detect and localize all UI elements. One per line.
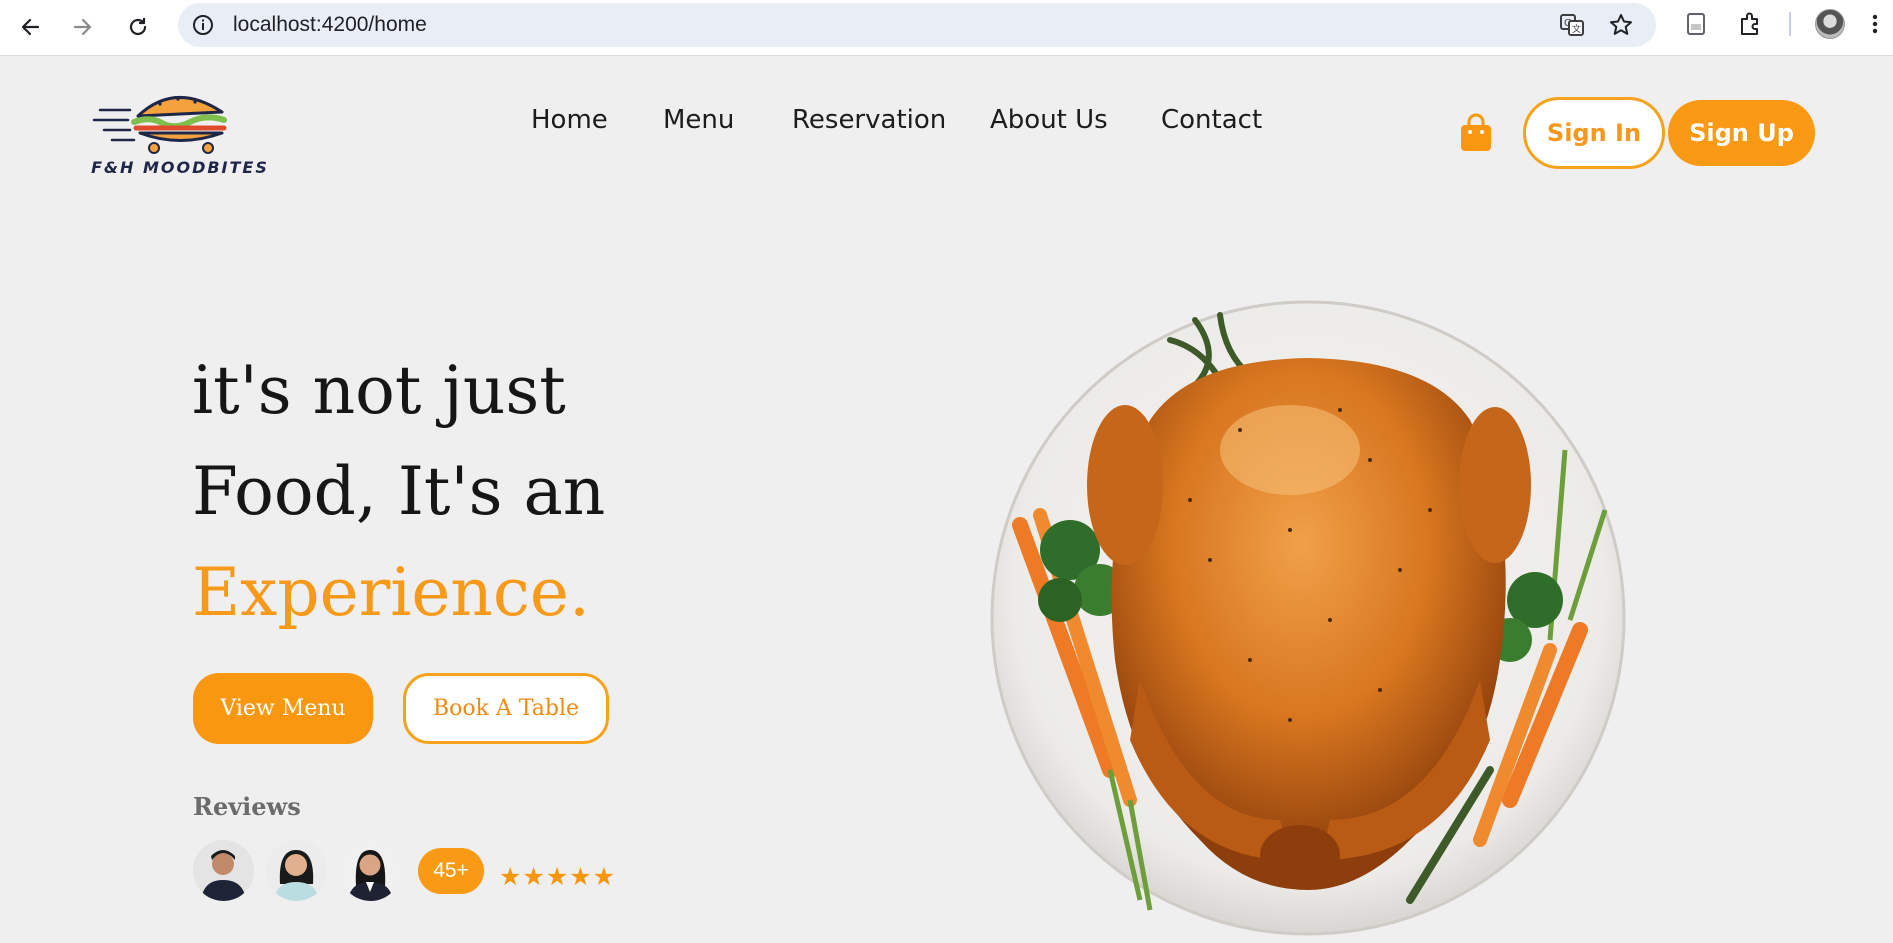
brand-logo[interactable]: F&H MOODBITES [90,86,270,181]
reviews-label: Reviews [193,792,301,821]
bookmark-star-icon[interactable] [1608,12,1634,38]
reload-icon[interactable] [121,10,155,44]
book-table-button[interactable]: Book A Table [403,673,609,744]
profile-avatar[interactable] [1815,9,1845,39]
url-text[interactable]: localhost:4200/home [233,13,427,37]
brand-name: F&H MOODBITES [91,158,269,177]
browser-toolbar: localhost:4200/home G文 [0,0,1893,56]
roast-chicken-image [990,300,1626,936]
nav-home[interactable]: Home [531,105,608,135]
back-icon[interactable] [13,10,47,44]
address-bar[interactable]: localhost:4200/home G文 [178,3,1656,47]
translate-icon[interactable]: G文 [1559,12,1585,38]
reviewer-avatar [193,840,254,901]
shopping-bag-icon[interactable] [1458,113,1494,153]
svg-text:文: 文 [1572,23,1581,35]
burger-logo-icon [92,96,227,154]
nav-menu[interactable]: Menu [663,105,734,135]
more-menu-icon[interactable] [1868,11,1882,37]
reviewer-avatar [340,840,401,901]
reviewer-avatar [266,840,327,901]
reading-list-icon[interactable] [1683,11,1709,37]
sign-in-button[interactable]: Sign In [1523,97,1665,169]
review-count-badge: 45+ [418,848,484,894]
sign-up-button[interactable]: Sign Up [1668,100,1815,166]
hero-headline-accent: Experience. [192,554,590,631]
rating-stars: ★★★★★ [499,862,617,891]
nav-about-us[interactable]: About Us [990,105,1108,135]
forward-icon[interactable] [66,10,100,44]
toolbar-divider [1789,12,1791,36]
hero-headline-line-2: Food, It's an [192,453,606,530]
extensions-icon[interactable] [1738,11,1764,37]
hero-headline-line-1: it's not just [192,352,566,429]
nav-reservation[interactable]: Reservation [792,105,946,135]
site-info-icon[interactable] [192,14,214,36]
nav-contact[interactable]: Contact [1161,105,1262,135]
view-menu-button[interactable]: View Menu [193,673,373,744]
